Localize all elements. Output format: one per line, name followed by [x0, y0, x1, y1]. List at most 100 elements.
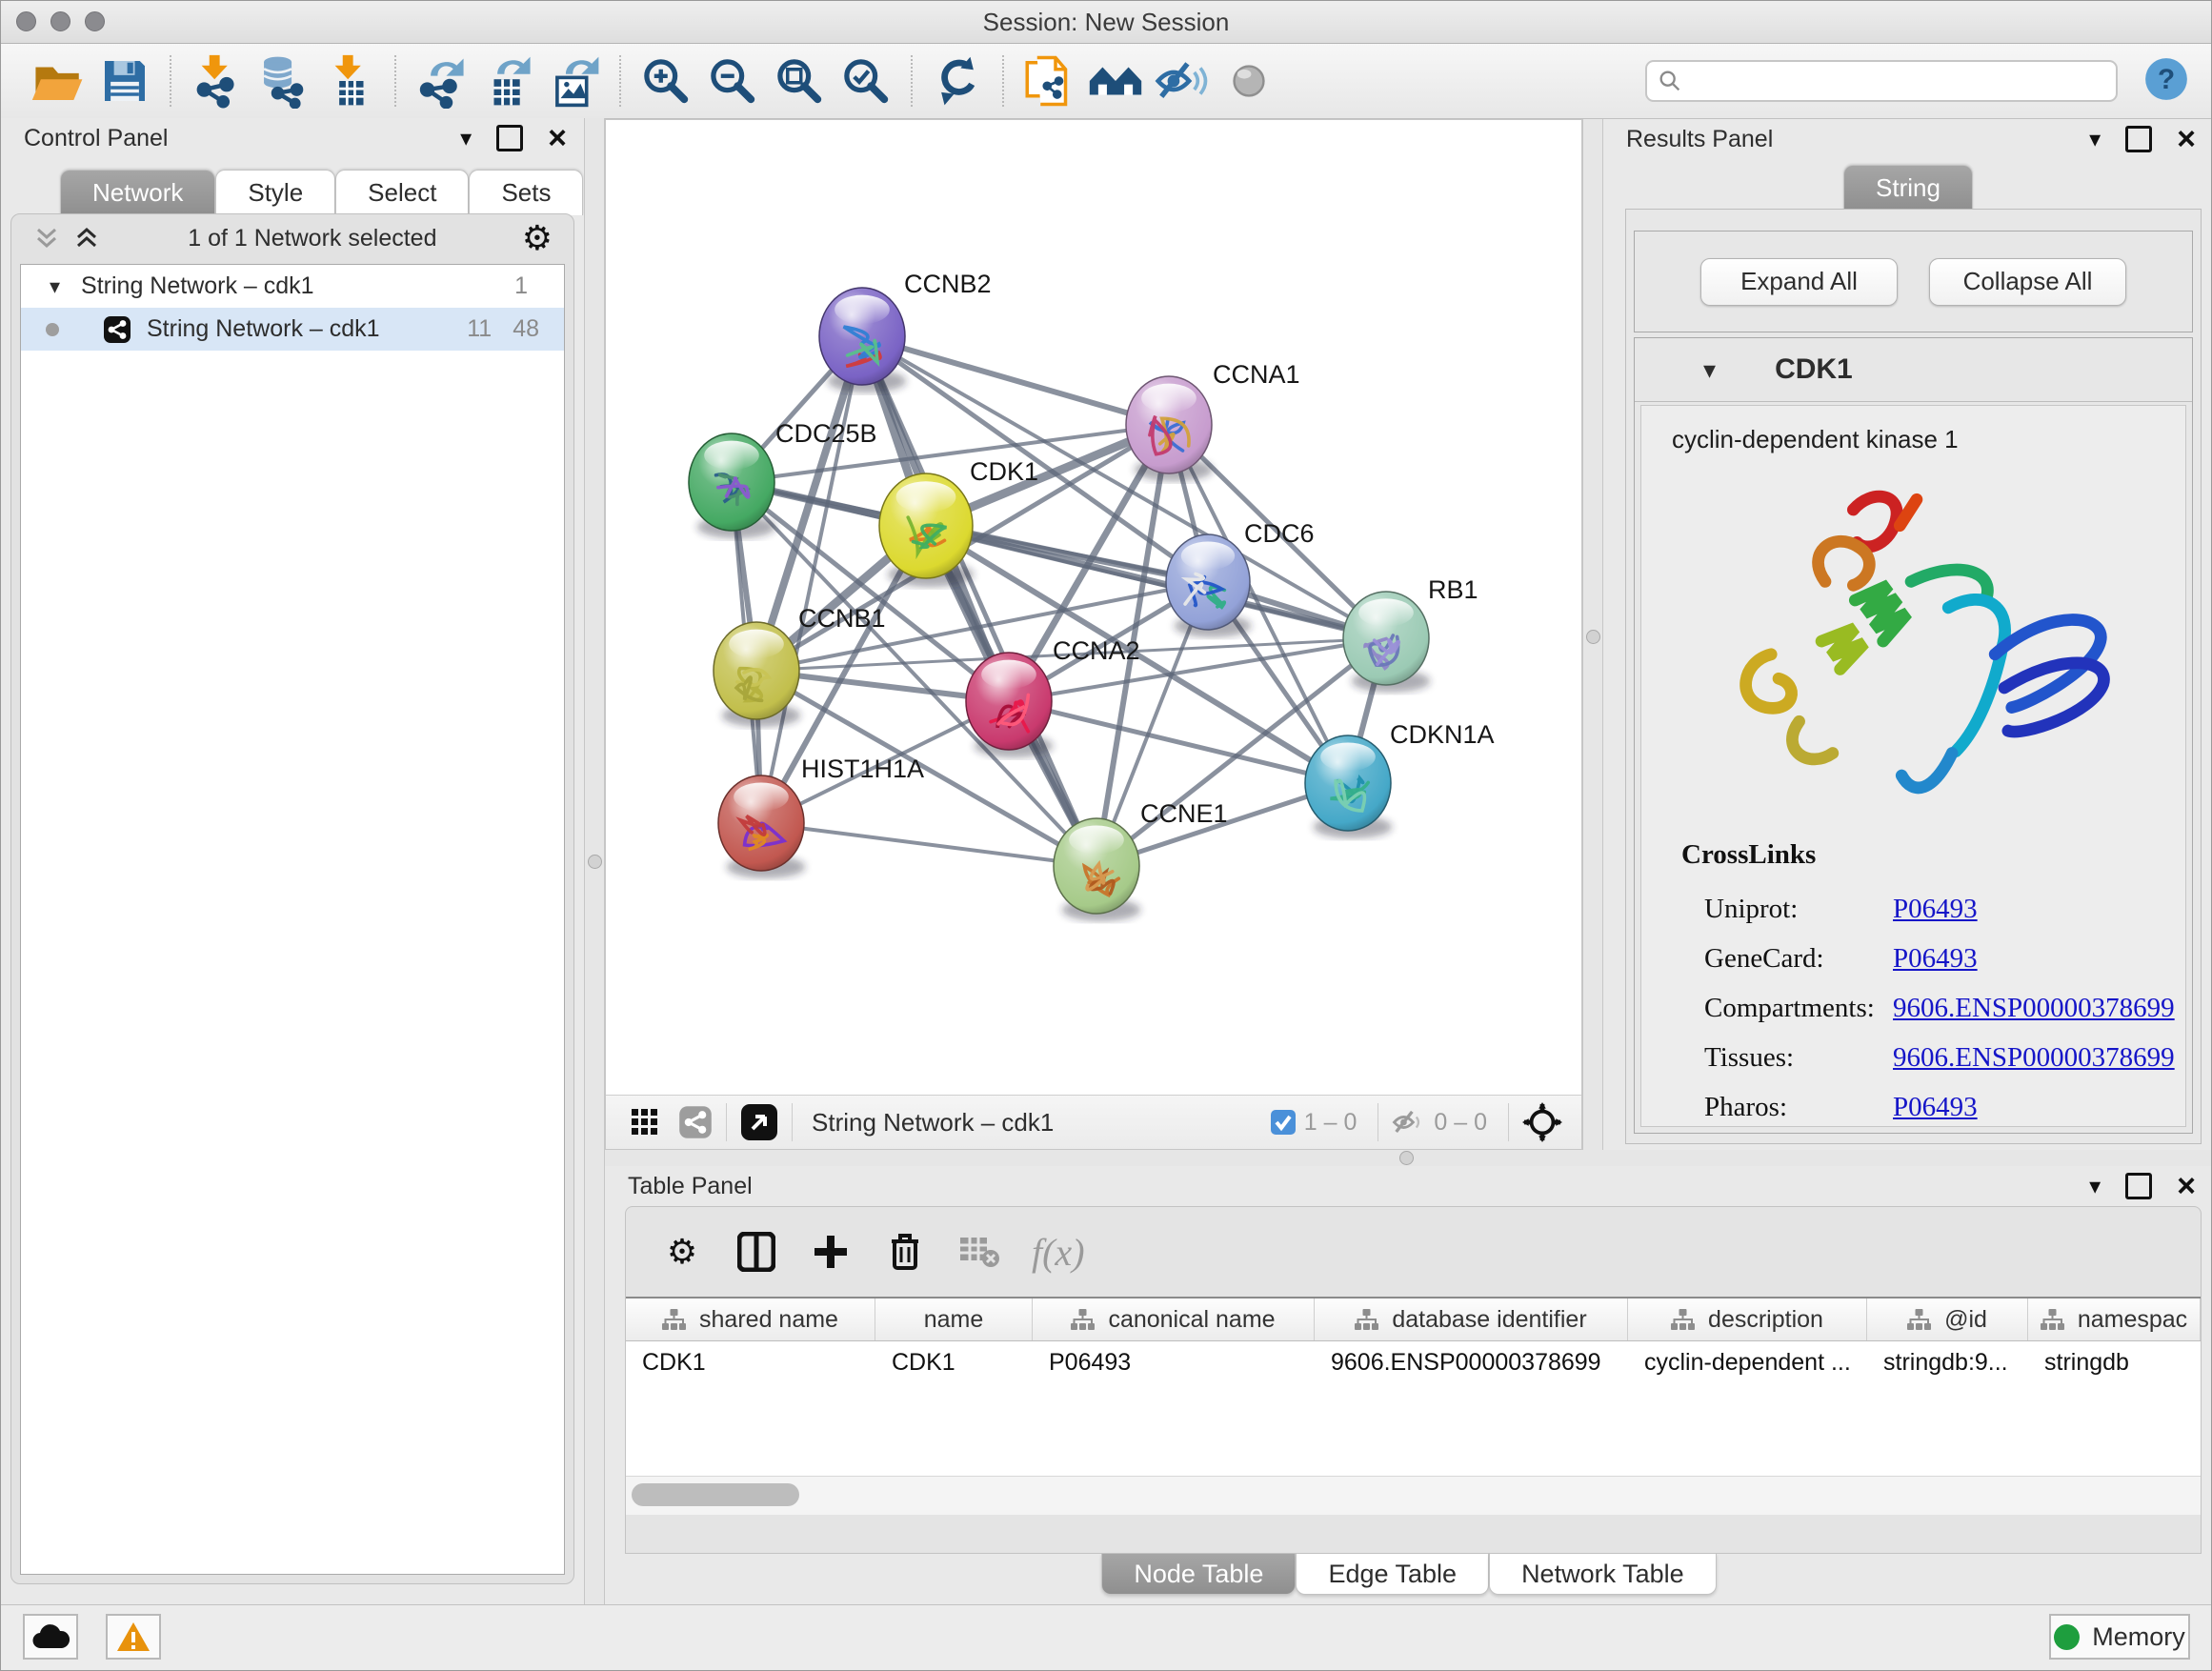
network-row-selected[interactable]: String Network – cdk1 11 48: [21, 308, 564, 351]
column-header-name[interactable]: name: [875, 1299, 1033, 1340]
table-cell[interactable]: stringdb:9...: [1867, 1341, 2028, 1383]
column-header--id[interactable]: @id: [1867, 1299, 2028, 1340]
table-row[interactable]: CDK1CDK1P064939606.ENSP00000378699cyclin…: [626, 1341, 2201, 1383]
export-network-button[interactable]: [412, 52, 470, 110]
zoom-out-button[interactable]: [704, 52, 761, 110]
edge-HIST1H1A-CCNE1[interactable]: [761, 823, 1096, 866]
zoom-fit-button[interactable]: [771, 52, 828, 110]
panel-menu-icon[interactable]: ▾: [2089, 126, 2101, 153]
node-CCNB2[interactable]: CCNB2: [819, 270, 992, 393]
search-input[interactable]: [1683, 67, 2087, 95]
edge-CCNB2-HIST1H1A[interactable]: [761, 336, 862, 823]
zoom-in-button[interactable]: [637, 52, 694, 110]
gene-collapse-icon[interactable]: ▾: [1703, 355, 1716, 385]
panel-float-icon[interactable]: [496, 125, 523, 151]
table-toolbar: ⚙ f(x): [626, 1207, 2201, 1297]
panel-close-icon[interactable]: ×: [2177, 129, 2196, 150]
column-header-shared-name[interactable]: shared name: [626, 1299, 875, 1340]
toolbar-search[interactable]: [1645, 60, 2118, 102]
panel-menu-icon[interactable]: ▾: [2089, 1173, 2101, 1200]
table-cell[interactable]: cyclin-dependent ...: [1628, 1341, 1867, 1383]
tree-expand-icon[interactable]: ▾: [50, 274, 60, 299]
selected-checkbox-icon[interactable]: [1270, 1109, 1297, 1136]
tab-style[interactable]: Style: [215, 170, 335, 215]
hide-selected-button[interactable]: [1154, 52, 1211, 110]
crosslink-link[interactable]: 9606.ENSP00000378699: [1893, 1042, 2175, 1074]
delete-column-icon[interactable]: [883, 1230, 927, 1274]
collapse-all-icon[interactable]: [30, 224, 63, 252]
column-header-database-identifier[interactable]: database identifier: [1315, 1299, 1628, 1340]
export-table-button[interactable]: [479, 52, 536, 110]
network-collection-row[interactable]: ▾ String Network – cdk1 1: [21, 265, 564, 308]
table-cell[interactable]: CDK1: [626, 1341, 875, 1383]
column-header-namespac[interactable]: namespac: [2028, 1299, 2201, 1340]
first-neighbors-button[interactable]: [1087, 52, 1144, 110]
divider-handle[interactable]: [1399, 1151, 1414, 1165]
node-CCNE1[interactable]: CCNE1: [1054, 799, 1228, 921]
add-column-icon[interactable]: [809, 1230, 853, 1274]
help-button[interactable]: ?: [2142, 55, 2190, 108]
tab-select[interactable]: Select: [335, 170, 469, 215]
node-CDC6[interactable]: CDC6: [1166, 519, 1315, 637]
table-cell[interactable]: P06493: [1033, 1341, 1315, 1383]
node-RB1[interactable]: RB1: [1343, 575, 1478, 693]
grid-view-icon[interactable]: [631, 1108, 659, 1137]
collapse-all-button[interactable]: Collapse All: [1929, 258, 2126, 306]
node-HIST1H1A[interactable]: HIST1H1A: [718, 755, 924, 878]
node-CDK1[interactable]: CDK1: [879, 457, 1038, 587]
panel-close-icon[interactable]: ×: [2177, 1176, 2196, 1197]
divider-handle[interactable]: [1586, 630, 1600, 644]
panel-float-icon[interactable]: [2125, 126, 2152, 152]
network-options-gear-icon[interactable]: ⚙: [522, 221, 553, 255]
scrollbar-thumb[interactable]: [632, 1483, 799, 1506]
crosslink-link[interactable]: P06493: [1893, 1092, 1978, 1123]
save-session-button[interactable]: [96, 52, 153, 110]
edge-CCNB2-CCNE1[interactable]: [862, 336, 1096, 866]
table-cell[interactable]: CDK1: [875, 1341, 1033, 1383]
zoom-selected-button[interactable]: [837, 52, 895, 110]
tab-network-table[interactable]: Network Table: [1489, 1554, 1717, 1595]
expand-all-icon[interactable]: [70, 224, 103, 252]
tab-node-table[interactable]: Node Table: [1101, 1554, 1296, 1595]
panel-float-icon[interactable]: [2125, 1173, 2152, 1199]
crosslink-link[interactable]: P06493: [1893, 943, 1978, 975]
table-cell[interactable]: 9606.ENSP00000378699: [1315, 1341, 1628, 1383]
panel-menu-icon[interactable]: ▾: [460, 125, 472, 152]
tab-edge-table[interactable]: Edge Table: [1296, 1554, 1489, 1595]
column-header-canonical-name[interactable]: canonical name: [1033, 1299, 1315, 1340]
divider-handle[interactable]: [588, 855, 602, 869]
network-canvas[interactable]: CCNB2CCNA1CDC25BCDK1CDC6RB1CCNB1CCNA2CDK…: [605, 119, 1582, 1150]
cloud-status-button[interactable]: [23, 1614, 78, 1660]
expand-all-button[interactable]: Expand All: [1700, 258, 1898, 306]
crosslink-link[interactable]: 9606.ENSP00000378699: [1893, 993, 2175, 1024]
gene-section-header[interactable]: ▾ CDK1: [1635, 338, 2192, 402]
panel-close-icon[interactable]: ×: [548, 128, 567, 149]
tab-string[interactable]: String: [1843, 165, 1973, 211]
table-cell[interactable]: stringdb: [2028, 1341, 2201, 1383]
node-CCNA1[interactable]: CCNA1: [1126, 360, 1300, 481]
delete-table-icon: [957, 1230, 1001, 1274]
tab-sets[interactable]: Sets: [469, 170, 583, 215]
crosslink-link[interactable]: P06493: [1893, 894, 1978, 925]
export-image-button[interactable]: [546, 52, 603, 110]
show-columns-icon[interactable]: [734, 1230, 778, 1274]
show-all-button[interactable]: [1220, 52, 1277, 110]
import-database-button[interactable]: [254, 52, 312, 110]
tab-network[interactable]: Network: [60, 170, 215, 215]
table-horizontal-scrollbar[interactable]: [626, 1476, 2201, 1515]
column-header-description[interactable]: description: [1628, 1299, 1867, 1340]
refresh-button[interactable]: [929, 52, 986, 110]
table-options-gear-icon[interactable]: ⚙: [660, 1230, 704, 1274]
open-session-button[interactable]: [30, 52, 87, 110]
memory-button[interactable]: Memory: [2049, 1614, 2190, 1660]
import-network-button[interactable]: [188, 52, 245, 110]
crosshair-icon[interactable]: [1522, 1102, 1562, 1142]
node-CDKN1A[interactable]: CDKN1A: [1305, 720, 1495, 838]
network-view-icon[interactable]: [678, 1105, 713, 1139]
edge-CCNB2-CCNA1[interactable]: [862, 336, 1169, 425]
birdseye-icon[interactable]: [740, 1103, 778, 1141]
clone-network-button[interactable]: [1020, 52, 1077, 110]
import-table-button[interactable]: [321, 52, 378, 110]
warning-status-button[interactable]: [106, 1614, 161, 1660]
network-svg[interactable]: CCNB2CCNA1CDC25BCDK1CDC6RB1CCNB1CCNA2CDK…: [606, 120, 1581, 1096]
